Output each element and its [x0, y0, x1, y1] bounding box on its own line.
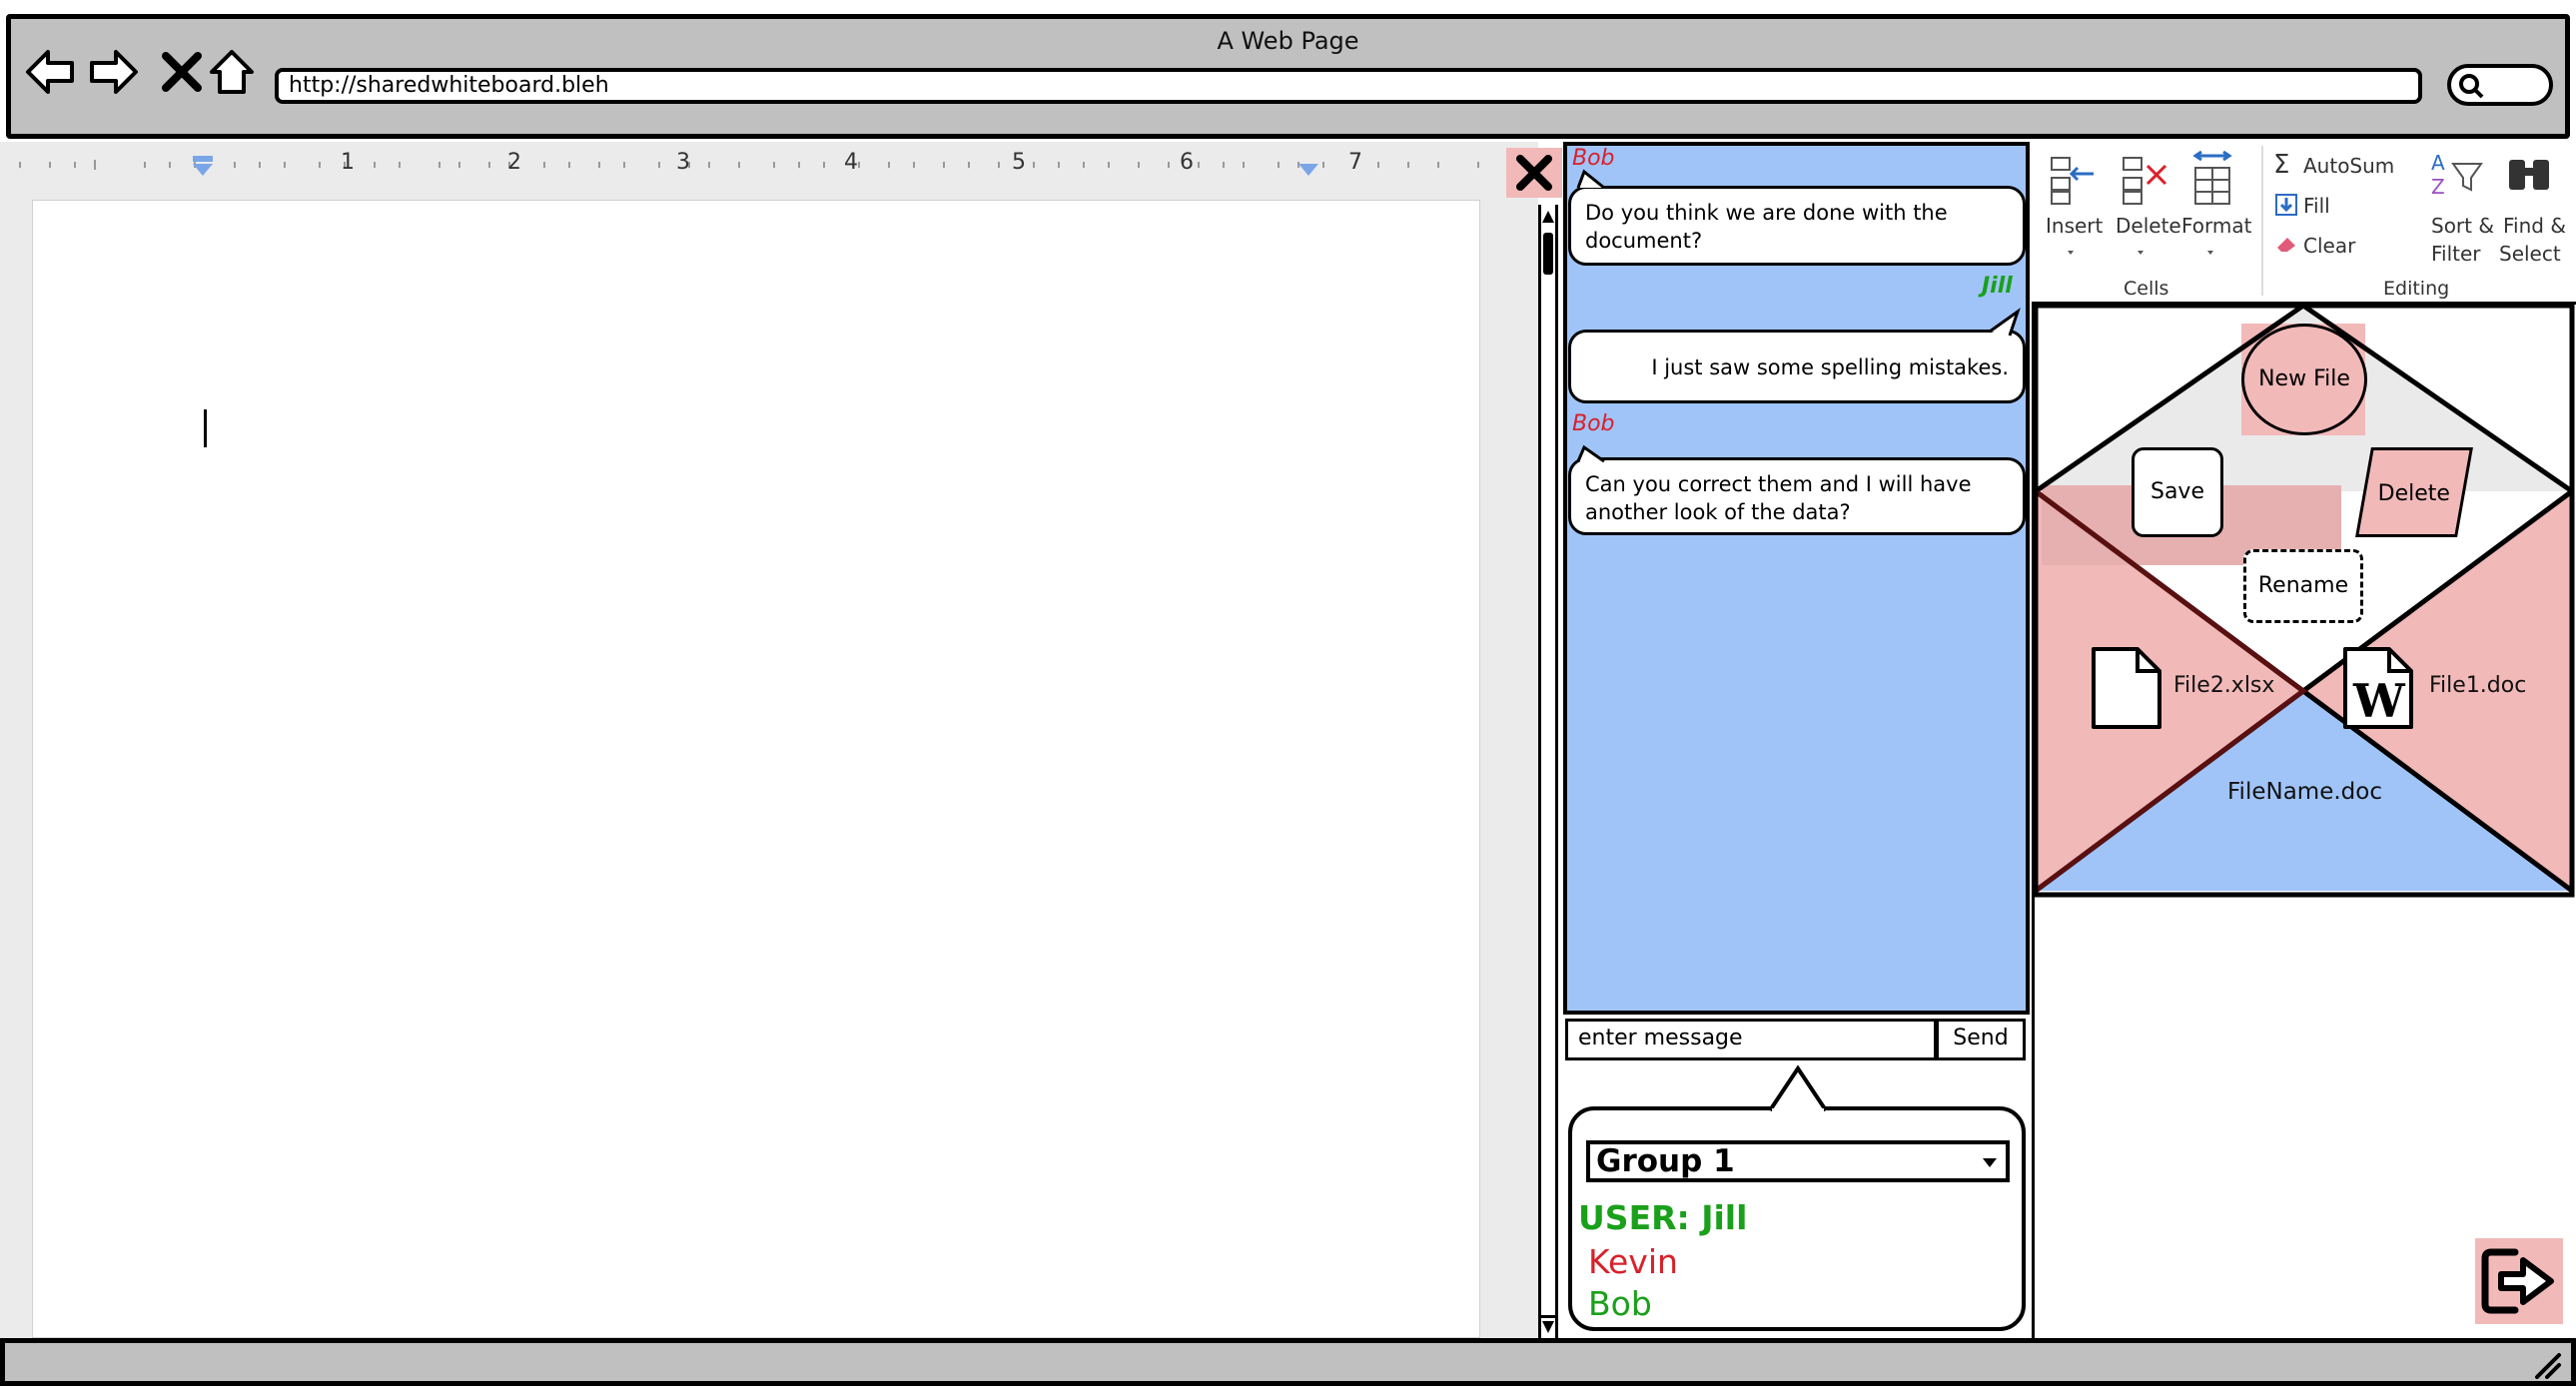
binoculars-icon: [2509, 160, 2549, 190]
message-input[interactable]: enter message: [1565, 1019, 1937, 1060]
vertical-scrollbar[interactable]: [1538, 205, 1558, 1338]
editing-group-label: Editing: [2383, 278, 2450, 300]
address-bar[interactable]: http://sharedwhiteboard.bleh: [275, 68, 2422, 104]
format-cells-icon: [2192, 150, 2232, 205]
sort-filter-icon: A Z: [2431, 151, 2483, 199]
group-dropdown[interactable]: Group 1: [1586, 1140, 2010, 1182]
fill-down-icon: [2275, 194, 2297, 216]
callout-pointer: [1768, 1064, 1828, 1112]
ruler-number: 7: [1348, 150, 1362, 175]
ruler-number: 3: [676, 150, 690, 175]
ruler-number: 1: [341, 150, 355, 175]
ruler-ticks: [19, 156, 1479, 176]
eraser-icon: [2277, 238, 2295, 252]
current-file-name: FileName.doc: [2227, 779, 2382, 805]
format-cells-button[interactable]: Format: [2181, 214, 2251, 238]
document-page[interactable]: [32, 200, 1480, 1338]
ruler-number: 6: [1180, 150, 1194, 175]
group-member[interactable]: Bob: [1588, 1284, 1652, 1323]
sigma-icon: Σ: [2273, 150, 2290, 180]
back-arrow-icon[interactable]: [24, 46, 76, 98]
chevron-down-icon: [1983, 1158, 1997, 1167]
autosum-button[interactable]: AutoSum: [2303, 154, 2394, 178]
fill-button[interactable]: Fill: [2303, 194, 2330, 218]
insert-cells-button[interactable]: Insert: [2046, 214, 2103, 238]
file-name[interactable]: File2.xlsx: [2173, 673, 2274, 698]
delete-cells-button[interactable]: Delete: [2116, 214, 2181, 238]
search-icon: [2459, 74, 2484, 99]
ruler-number: 5: [1012, 150, 1026, 175]
ribbon-divider: [2261, 146, 2263, 296]
save-button[interactable]: Save: [2132, 447, 2223, 537]
file-name[interactable]: File1.doc: [2429, 673, 2526, 698]
clear-button[interactable]: Clear: [2303, 234, 2355, 258]
close-document-button[interactable]: [1506, 148, 1562, 198]
document-icon[interactable]: [2090, 645, 2163, 731]
delete-cells-icon: [2123, 157, 2167, 205]
find-select-line1[interactable]: Find &: [2503, 214, 2566, 238]
close-x-icon: [1516, 155, 1552, 191]
group-selected-value: Group 1: [1596, 1143, 1735, 1179]
new-file-button[interactable]: New File: [2241, 324, 2367, 435]
search-box[interactable]: [2447, 64, 2553, 106]
find-select-line2[interactable]: Select: [2499, 242, 2561, 266]
rename-button[interactable]: Rename: [2243, 549, 2363, 623]
exit-button[interactable]: [2475, 1238, 2563, 1324]
ruler: 1 2 3 4 5 6 7: [0, 148, 1510, 182]
sort-filter-line2[interactable]: Filter: [2431, 242, 2481, 266]
scrollbar-parts: [1540, 211, 1556, 1333]
delete-label: Delete: [2377, 481, 2450, 506]
current-user-label: USER: Jill: [1578, 1198, 1748, 1237]
resize-grip-icon[interactable]: [2533, 1351, 2563, 1379]
home-icon[interactable]: [206, 46, 258, 98]
chevron-down-icon: [2068, 251, 2213, 255]
insert-cells-icon: [2051, 157, 2094, 205]
sort-filter-line1[interactable]: Sort &: [2431, 214, 2494, 238]
browser-window: A Web Page http://sharedwhiteboard.bleh …: [0, 0, 2576, 1399]
word-icon[interactable]: W: [2341, 645, 2415, 731]
svg-text:W: W: [2352, 674, 2406, 728]
ruler-number: 4: [844, 150, 858, 175]
window-title: A Web Page: [1217, 27, 1359, 55]
delete-button[interactable]: Delete: [2355, 447, 2473, 537]
svg-text:A: A: [2431, 151, 2445, 175]
bubble-tails: [1576, 169, 2021, 463]
forward-arrow-icon[interactable]: [88, 46, 140, 98]
cells-group-label: Cells: [2124, 278, 2169, 300]
close-x-icon[interactable]: [156, 46, 208, 98]
send-button[interactable]: Send: [1936, 1019, 2026, 1060]
exit-icon: [2481, 1248, 2554, 1314]
group-member[interactable]: Kevin: [1588, 1242, 1678, 1281]
svg-text:Z: Z: [2431, 175, 2445, 199]
ruler-number: 2: [507, 150, 521, 175]
status-bar: [0, 1338, 2576, 1386]
text-cursor: [204, 409, 207, 447]
